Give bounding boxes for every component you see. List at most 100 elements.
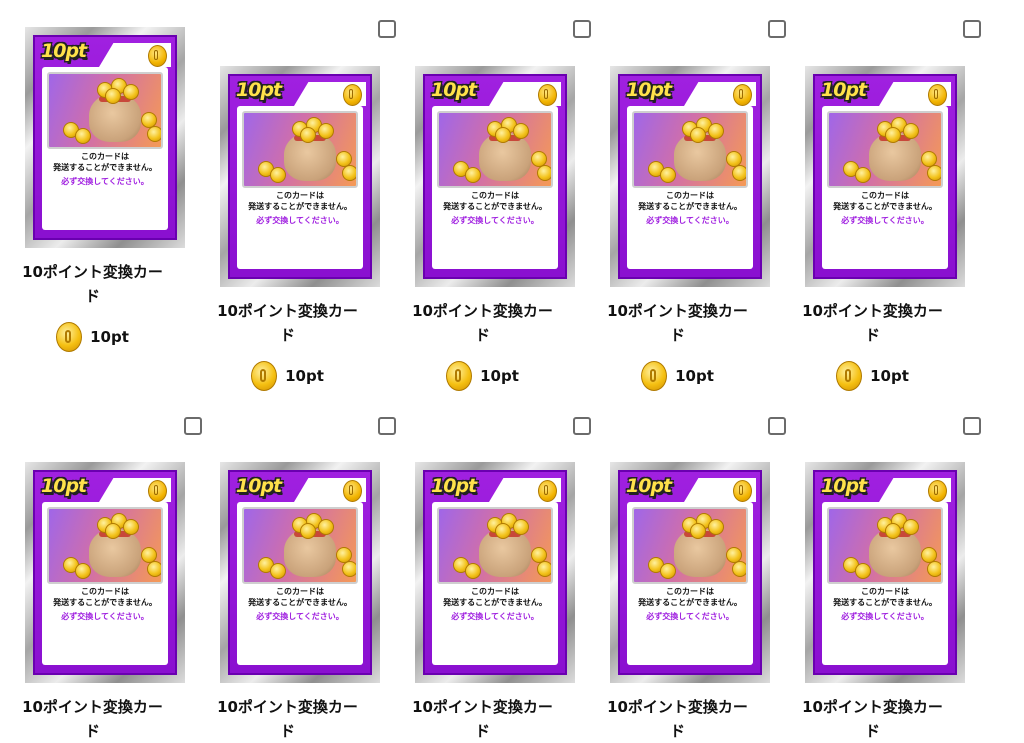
coin-icon	[538, 480, 557, 502]
card-face: 10pt このカードは 発送することができません。 必ず交換してください。	[618, 74, 762, 279]
product-title[interactable]: 10ポイント変換カー ド	[580, 299, 775, 347]
card-image[interactable]: 10pt このカードは 発送することができません。 必ず交換してください。	[415, 462, 575, 683]
product-title-line1: 10ポイント変換カー	[412, 698, 553, 716]
coin-icon	[928, 84, 947, 106]
coin-icon	[538, 84, 557, 106]
product-title-line2: ド	[84, 287, 100, 305]
card-image[interactable]: 10pt このカードは 発送することができません。 必ず交換してください。	[805, 66, 965, 287]
card-notice-line2: 発送することができません。	[53, 598, 157, 607]
card-inner-panel: このカードは 発送することができません。 必ず交換してください。	[627, 106, 753, 269]
card-notice-line1: このカードは	[861, 191, 909, 200]
coin-icon	[690, 127, 706, 143]
product-title[interactable]: 10ポイント変換カー ド	[775, 299, 970, 347]
select-checkbox[interactable]	[768, 20, 786, 38]
coin-icon	[903, 519, 919, 535]
card-notice-line2: 発送することができません。	[248, 202, 352, 211]
coin-icon	[300, 127, 316, 143]
card-image[interactable]: 10pt このカードは 発送することができません。 必ず交換してください。	[220, 66, 380, 287]
product-title[interactable]: 10ポイント変換カー ド	[775, 695, 970, 743]
select-checkbox[interactable]	[573, 20, 591, 38]
card-face: 10pt このカードは 発送することができません。 必ず交換してください。	[228, 470, 372, 675]
product-price: 10pt	[580, 361, 775, 391]
select-checkbox[interactable]	[573, 417, 591, 435]
product-title-line1: 10ポイント変換カー	[607, 302, 748, 320]
product-title-line1: 10ポイント変換カー	[217, 698, 358, 716]
card-image[interactable]: 10pt このカードは 発送することができません。 必ず交換してください。	[610, 66, 770, 287]
coin-icon	[300, 523, 316, 539]
coin-icon	[855, 563, 871, 579]
price-value: 10pt	[675, 367, 714, 385]
product-title[interactable]: 10ポイント変換カー ド	[385, 299, 580, 347]
card-face: 10pt このカードは 発送することができません。 必ず交換してください。	[618, 470, 762, 675]
card-notice: このカードは 発送することができません。	[42, 151, 168, 173]
coin-icon	[928, 480, 947, 502]
card-image[interactable]: 10pt このカードは 発送することができません。 必ず交換してください。	[610, 462, 770, 683]
card-point-badge: 10pt	[236, 79, 282, 101]
coin-icon	[123, 84, 139, 100]
card-inner-panel: このカードは 発送することができません。 必ず交換してください。	[42, 67, 168, 230]
product-title-line2: ド	[864, 326, 880, 344]
select-checkbox[interactable]	[378, 417, 396, 435]
price-value: 10pt	[285, 367, 324, 385]
card-notice-line1: このカードは	[276, 191, 324, 200]
coin-icon	[105, 523, 121, 539]
card-notice-line2: 発送することができません。	[443, 598, 547, 607]
product-title-line1: 10ポイント変換カー	[802, 302, 943, 320]
product-title-line1: 10ポイント変換カー	[412, 302, 553, 320]
coin-icon	[270, 563, 286, 579]
coin-icon	[342, 561, 356, 577]
coin-icon	[855, 167, 871, 183]
coin-icon	[251, 361, 278, 391]
card-image[interactable]: 10pt このカードは 発送することができません。 必ず交換してください。	[25, 462, 185, 683]
coin-icon	[56, 322, 83, 352]
product-title[interactable]: 10ポイント変換カー ド	[0, 695, 190, 743]
card-notice-line1: このカードは	[666, 191, 714, 200]
coin-icon	[732, 561, 746, 577]
card-face: 10pt このカードは 発送することができません。 必ず交換してください。	[813, 74, 957, 279]
card-notice-line3: 必ず交換してください。	[256, 612, 344, 621]
select-checkbox[interactable]	[963, 20, 981, 38]
coin-icon	[708, 123, 724, 139]
card-inner-panel: このカードは 発送することができません。 必ず交換してください。	[432, 502, 558, 665]
card-image[interactable]: 10pt このカードは 発送することができません。 必ず交換してください。	[220, 462, 380, 683]
coin-icon	[885, 127, 901, 143]
product-price: 10pt	[190, 361, 385, 391]
coin-icon	[641, 361, 668, 391]
coin-icon	[732, 165, 746, 181]
coin-icon	[537, 165, 551, 181]
card-image[interactable]: 10pt このカードは 発送することができません。 必ず交換してください。	[25, 27, 185, 248]
product-title[interactable]: 10ポイント変換カー ド	[580, 695, 775, 743]
product-title[interactable]: 10ポイント変換カー ド	[385, 695, 580, 743]
card-inner-panel: このカードは 発送することができません。 必ず交換してください。	[822, 106, 948, 269]
card-notice-line1: このカードは	[276, 587, 324, 596]
card-face: 10pt このカードは 発送することができません。 必ず交換してください。	[813, 470, 957, 675]
coin-icon	[148, 480, 167, 502]
card-notice-line2: 発送することができません。	[833, 598, 937, 607]
product-title[interactable]: 10ポイント変換カー ド	[0, 260, 190, 308]
product-title-line1: 10ポイント変換カー	[22, 698, 163, 716]
card-notice-line1: このカードは	[471, 191, 519, 200]
select-checkbox[interactable]	[184, 417, 202, 435]
coin-icon	[75, 563, 91, 579]
coin-bag-illustration	[827, 507, 943, 584]
product-title-line1: 10ポイント変換カー	[217, 302, 358, 320]
card-image[interactable]: 10pt このカードは 発送することができません。 必ず交換してください。	[415, 66, 575, 287]
card-notice-line2: 発送することができません。	[53, 163, 157, 172]
select-checkbox[interactable]	[768, 417, 786, 435]
select-checkbox[interactable]	[378, 20, 396, 38]
card-notice-line1: このカードは	[81, 152, 129, 161]
card-notice: このカードは 発送することができません。	[237, 190, 363, 212]
card-notice-line3: 必ず交換してください。	[61, 177, 149, 186]
coin-bag-illustration	[632, 111, 748, 188]
card-notice: このカードは 発送することができません。	[822, 190, 948, 212]
product-title[interactable]: 10ポイント変換カー ド	[190, 695, 385, 743]
card-notice: このカードは 発送することができません。	[432, 586, 558, 608]
card-image[interactable]: 10pt このカードは 発送することができません。 必ず交換してください。	[805, 462, 965, 683]
coin-bag-illustration	[827, 111, 943, 188]
coin-icon	[270, 167, 286, 183]
product-title[interactable]: 10ポイント変換カー ド	[190, 299, 385, 347]
card-inner-panel: このカードは 発送することができません。 必ず交換してください。	[822, 502, 948, 665]
card-notice: このカードは 発送することができません。	[237, 586, 363, 608]
product-title-line2: ド	[669, 722, 685, 740]
select-checkbox[interactable]	[963, 417, 981, 435]
